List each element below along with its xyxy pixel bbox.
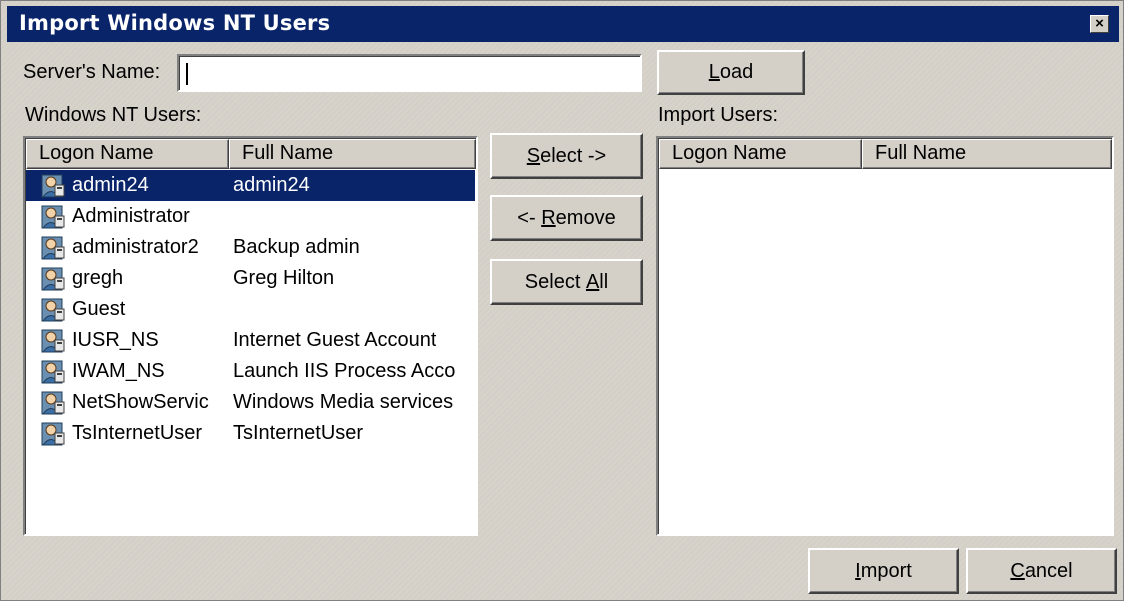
column-header-full-name[interactable]: Full Name (229, 139, 476, 169)
import-button-label: mport (860, 559, 912, 582)
import-users-list-header: Logon Name Full Name (659, 139, 1112, 169)
user-icon (40, 297, 66, 323)
select-button[interactable]: Select -> (490, 133, 643, 179)
select-all-button-prefix: Select (524, 270, 586, 293)
select-all-button-mnemonic: A (585, 270, 600, 293)
load-button[interactable]: Load (657, 50, 805, 95)
logon-name-cell: IUSR_NS (72, 329, 159, 351)
nt-users-list[interactable]: Logon Name Full Name admin24 admin24 Admin… (23, 136, 478, 536)
nt-user-row[interactable]: TsInternetUser TsInternetUser (26, 418, 475, 449)
window-title: Import Windows NT Users (19, 11, 331, 35)
logon-name-cell: IWAM_NS (72, 360, 165, 382)
logon-name-cell: TsInternetUser (72, 422, 203, 444)
cancel-button[interactable]: Cancel (966, 548, 1117, 594)
column-header-logon-name[interactable]: Logon Name (659, 139, 862, 169)
full-name-cell: Backup admin (233, 236, 360, 258)
server-name-label: Server's Name: (23, 61, 161, 83)
nt-user-row[interactable]: gregh Greg Hilton (26, 263, 475, 294)
load-button-label: oad (719, 61, 754, 83)
cancel-button-mnemonic: C (1010, 559, 1025, 582)
remove-button-mnemonic: R (541, 206, 556, 229)
remove-button[interactable]: <- Remove (490, 195, 643, 241)
text-caret (186, 63, 188, 85)
close-icon[interactable]: × (1090, 15, 1109, 33)
nt-user-row[interactable]: NetShowServic Windows Media services (26, 387, 475, 418)
logon-name-cell: NetShowServic (72, 391, 209, 413)
user-icon (40, 328, 66, 354)
full-name-cell: Greg Hilton (233, 267, 335, 289)
user-icon (40, 204, 66, 230)
nt-user-row[interactable]: Administrator (26, 201, 475, 232)
nt-user-row[interactable]: administrator2 Backup admin (26, 232, 475, 263)
column-header-logon-name[interactable]: Logon Name (26, 139, 229, 169)
import-users-label: Import Users: (658, 104, 779, 126)
title-bar[interactable]: Import Windows NT Users × (7, 6, 1119, 42)
user-icon (40, 266, 66, 292)
select-button-mnemonic: S (526, 144, 541, 167)
nt-user-row[interactable]: admin24 admin24 (26, 170, 475, 201)
nt-user-row[interactable]: Guest (26, 294, 475, 325)
user-icon (40, 390, 66, 416)
user-icon (40, 173, 66, 199)
logon-name-cell: administrator2 (72, 236, 199, 258)
user-icon (40, 421, 66, 447)
full-name-cell: TsInternetUser (233, 422, 364, 444)
remove-button-label: emove (555, 206, 616, 229)
full-name-cell: Windows Media services (233, 391, 454, 413)
server-name-input[interactable] (177, 54, 642, 92)
logon-name-cell: gregh (72, 267, 124, 289)
import-button[interactable]: Import (808, 548, 959, 594)
cancel-button-label: ancel (1024, 559, 1073, 582)
nt-users-label: Windows NT Users: (25, 104, 202, 126)
load-button-mnemonic: L (708, 61, 720, 83)
logon-name-cell: admin24 (72, 174, 149, 196)
nt-user-row[interactable]: IWAM_NS Launch IIS Process Acco (26, 356, 475, 387)
user-icon (40, 359, 66, 385)
nt-users-list-header: Logon Name Full Name (26, 139, 476, 169)
full-name-cell: admin24 (233, 174, 310, 196)
import-users-dialog: Import Windows NT Users × Server's Name:… (0, 0, 1124, 601)
full-name-cell: Internet Guest Account (233, 329, 437, 351)
remove-button-prefix: <- (517, 206, 542, 229)
user-icon (40, 235, 66, 261)
select-all-button-label: ll (599, 270, 609, 293)
logon-name-cell: Administrator (72, 205, 190, 227)
select-button-label: elect -> (540, 144, 607, 167)
full-name-cell: Launch IIS Process Acco (233, 360, 456, 382)
nt-user-row[interactable]: IUSR_NS Internet Guest Account (26, 325, 475, 356)
logon-name-cell: Guest (72, 298, 126, 320)
select-all-button[interactable]: Select All (490, 259, 643, 305)
import-users-list[interactable]: Logon Name Full Name (656, 136, 1114, 536)
column-header-full-name[interactable]: Full Name (862, 139, 1112, 169)
